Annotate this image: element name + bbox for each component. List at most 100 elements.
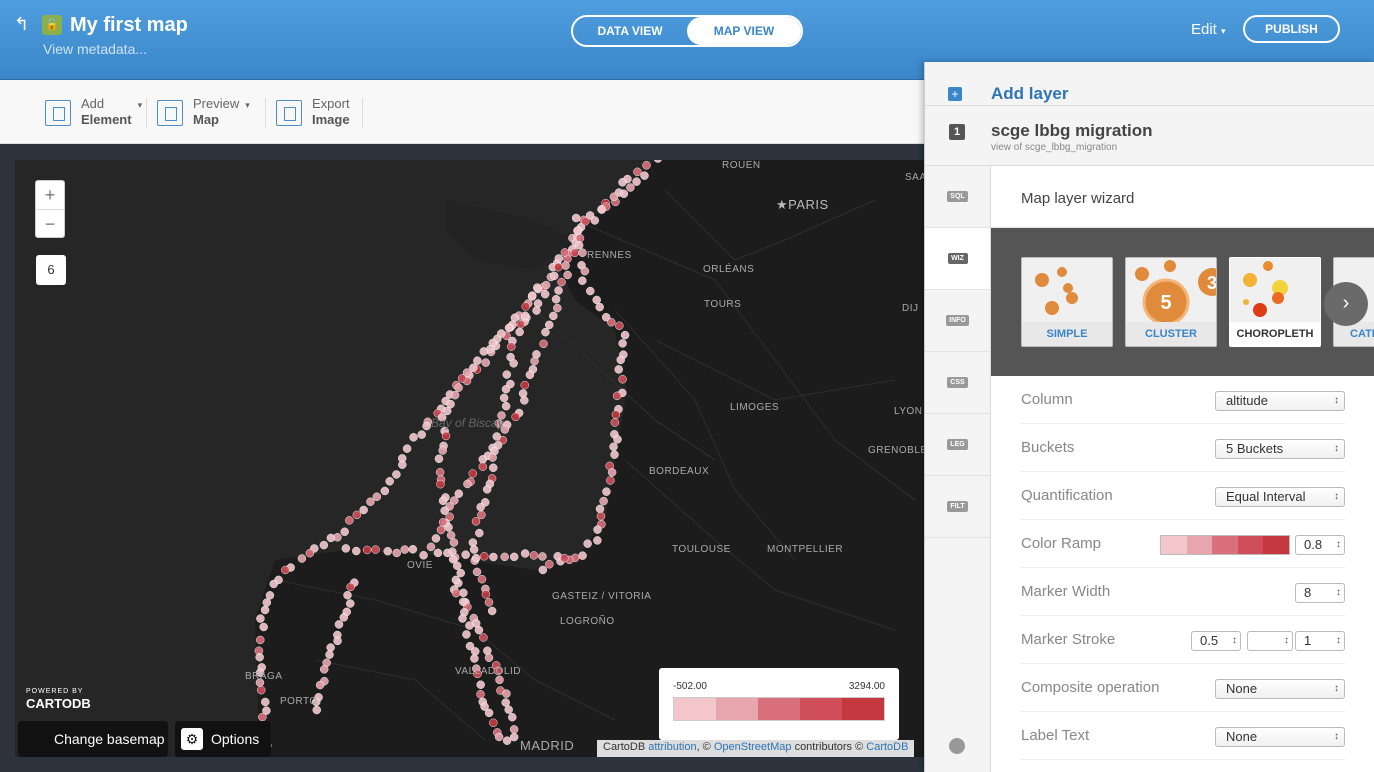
lightbulb-icon[interactable] — [949, 738, 965, 754]
edit-menu[interactable]: Edit ▾ — [1191, 21, 1226, 38]
attribution-link[interactable]: attribution — [648, 741, 696, 753]
migration-point — [474, 625, 484, 635]
label-text-select[interactable]: None — [1215, 727, 1345, 747]
migration-point — [554, 262, 563, 272]
layer-name[interactable]: scge lbbg migration — [991, 121, 1153, 141]
migration-point — [596, 511, 606, 521]
migration-point — [260, 605, 270, 615]
migration-point — [339, 613, 349, 622]
chevron-right-icon[interactable]: › — [1324, 282, 1368, 326]
migration-point — [473, 356, 482, 365]
migration-point — [580, 266, 590, 276]
migration-point — [578, 248, 587, 257]
migration-point — [515, 327, 524, 337]
wizard-card-label: CHOROPLETH — [1230, 322, 1320, 346]
add-element-icon — [45, 100, 71, 126]
wizard-card-simple[interactable]: SIMPLE — [1021, 257, 1113, 347]
options-button[interactable]: ⚙ Options — [175, 721, 271, 757]
migration-point — [549, 271, 559, 281]
migration-point — [520, 380, 530, 390]
legend-icon: LEG — [947, 439, 968, 450]
back-arrow-icon[interactable]: ↰ — [14, 14, 29, 35]
migration-point — [618, 339, 627, 348]
cartodb-link[interactable]: CartoDB — [866, 741, 908, 753]
stroke-opacity-stepper[interactable]: 1 — [1295, 631, 1345, 651]
preview-map-button[interactable]: Preview Map ▾ — [157, 96, 250, 128]
add-layer-bar[interactable]: + Add layer — [925, 62, 1374, 106]
migration-point — [319, 540, 329, 550]
map-attribution: CartoDB attribution, © OpenStreetMap con… — [597, 740, 915, 757]
wizard-card-cluster[interactable]: 5 3 CLUSTER — [1125, 257, 1217, 347]
color-ramp-picker[interactable] — [1160, 535, 1290, 555]
migration-point — [500, 552, 509, 562]
export-image-button[interactable]: Export Image — [276, 96, 350, 128]
city-label: VALLADOLID — [455, 666, 521, 677]
migration-point — [366, 497, 375, 506]
data-view-tab[interactable]: DATA VIEW — [573, 17, 687, 45]
migration-point — [402, 444, 412, 453]
change-basemap-button[interactable]: Change basemap — [18, 721, 168, 757]
quantification-select[interactable]: Equal Interval — [1215, 487, 1345, 507]
wizard-tab[interactable]: WIZ — [925, 228, 990, 290]
lock-icon[interactable]: 🔓 — [42, 15, 62, 35]
migration-point — [256, 635, 265, 645]
zoom-out-button[interactable]: − — [36, 209, 64, 237]
migration-point — [341, 544, 351, 553]
filters-tab[interactable]: FILT — [925, 476, 990, 538]
layer-header[interactable]: 1 scge lbbg migration view of scge_lbbg_… — [925, 106, 1374, 166]
column-select[interactable]: altitude — [1215, 391, 1345, 411]
migration-point — [482, 485, 492, 494]
migration-point — [488, 463, 498, 473]
migration-point — [442, 406, 452, 416]
migration-point — [468, 469, 478, 478]
migration-point — [449, 538, 459, 547]
map-canvas[interactable]: + − 6 ROUEN ★PARIS RENNES ORLÉANS TOURS … — [15, 160, 924, 757]
ramp-opacity-stepper[interactable]: 0.8 — [1295, 535, 1345, 555]
wizard-card-choropleth[interactable]: CHOROPLETH — [1229, 257, 1321, 347]
migration-point — [509, 732, 519, 742]
migration-point — [626, 183, 635, 192]
wizard-icon: WIZ — [947, 253, 968, 264]
stroke-width-stepper[interactable]: 0.5 — [1191, 631, 1241, 651]
city-label: BRAGA — [245, 671, 283, 682]
migration-point — [528, 291, 537, 300]
add-element-button[interactable]: Add Element ▾ — [45, 96, 142, 128]
migration-point — [409, 433, 418, 442]
map-view-tab[interactable]: MAP VIEW — [687, 17, 801, 45]
map-title[interactable]: My first map — [70, 14, 188, 37]
osm-link[interactable]: OpenStreetMap — [714, 741, 792, 753]
migration-point — [484, 653, 494, 662]
toolbar-divider — [265, 98, 266, 128]
migration-point — [613, 435, 622, 444]
composite-select[interactable]: None — [1215, 679, 1345, 699]
publish-button[interactable]: PUBLISH — [1243, 15, 1340, 43]
migration-point — [326, 533, 336, 543]
setting-label: Buckets — [1021, 439, 1075, 456]
zoom-in-button[interactable]: + — [36, 181, 64, 209]
migration-point — [454, 489, 464, 498]
migration-point — [551, 295, 561, 304]
migration-point — [532, 283, 542, 292]
migration-point — [426, 542, 436, 552]
legend-tab[interactable]: LEG — [925, 414, 990, 476]
migration-point — [470, 647, 480, 656]
migration-point — [398, 460, 407, 469]
layer-side-tabs: SQL WIZ INFO CSS LEG FILT — [925, 166, 991, 772]
sql-tab[interactable]: SQL — [925, 166, 990, 228]
marker-width-stepper[interactable]: 8 — [1295, 583, 1345, 603]
migration-point — [333, 636, 342, 646]
migration-point — [256, 685, 266, 695]
city-label: LOGROÑO — [560, 616, 615, 627]
css-tab[interactable]: CSS — [925, 352, 990, 414]
migration-point — [478, 455, 488, 464]
zoom-level: 6 — [36, 255, 66, 285]
migration-point — [501, 698, 510, 707]
migration-point — [509, 359, 518, 368]
stroke-color-picker[interactable] — [1247, 631, 1293, 651]
migration-point — [592, 295, 601, 305]
buckets-select[interactable]: 5 Buckets — [1215, 439, 1345, 459]
migration-point — [610, 450, 619, 459]
infowindow-tab[interactable]: INFO — [925, 290, 990, 352]
migration-point — [385, 477, 394, 486]
view-metadata-link[interactable]: View metadata... — [43, 41, 147, 57]
